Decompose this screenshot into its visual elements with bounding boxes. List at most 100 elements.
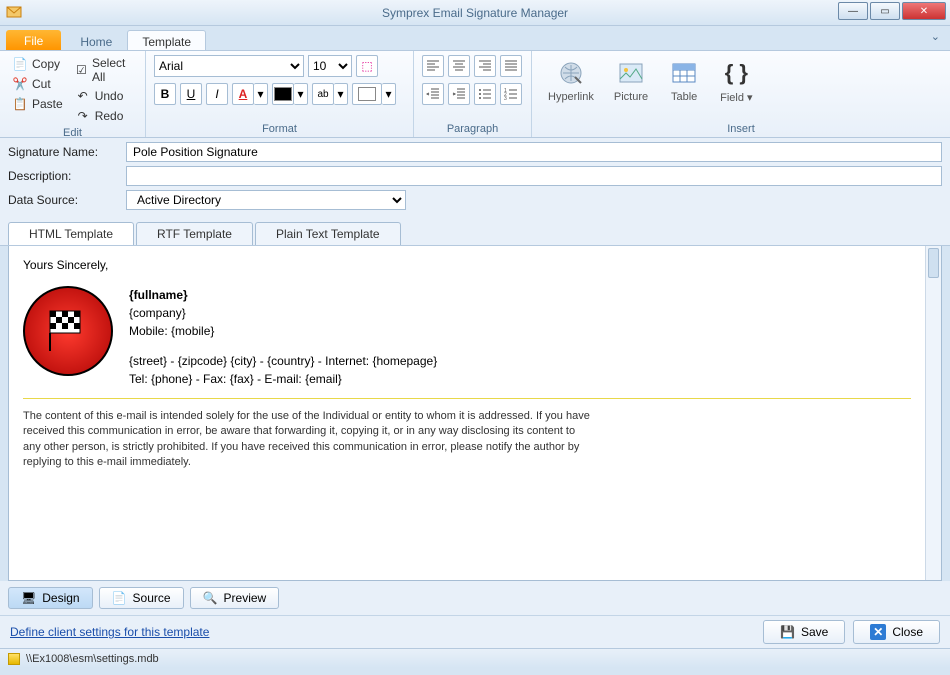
tab-rtf-template[interactable]: RTF Template (136, 222, 253, 245)
bullets-button[interactable] (474, 83, 496, 105)
source-mode-button[interactable]: 📄 Source (99, 587, 184, 609)
design-icon: 🖥 (21, 591, 36, 605)
fontcolor-dropdown[interactable]: ▾ (254, 83, 268, 105)
table-icon (668, 57, 700, 89)
signame-label: Signature Name: (8, 145, 118, 159)
preview-icon: 🔍 (203, 591, 218, 605)
table-button[interactable]: Table (660, 55, 708, 121)
save-button[interactable]: 💾 Save (763, 620, 845, 644)
align-center-button[interactable] (448, 55, 470, 77)
cut-icon: ✂️ (12, 76, 28, 92)
align-justify-button[interactable] (500, 55, 522, 77)
selectall-button[interactable]: ☑Select All (71, 55, 137, 85)
border-dropdown[interactable]: ▾ (382, 83, 396, 105)
outdent-button[interactable] (422, 83, 444, 105)
undo-icon: ↶ (75, 88, 91, 104)
hyperlink-button[interactable]: Hyperlink (540, 55, 602, 121)
preview-label: Preview (224, 591, 267, 605)
highlight-icon: ab (317, 89, 328, 100)
table-label: Table (671, 91, 697, 103)
numbering-button[interactable]: 123 (500, 83, 522, 105)
signature-company: {company} (129, 304, 437, 322)
window-title: Symprex Email Signature Manager (382, 6, 568, 20)
signature-fullname: {fullname} (129, 286, 437, 304)
tab-plain-template[interactable]: Plain Text Template (255, 222, 401, 245)
minimize-button[interactable]: — (838, 2, 868, 20)
paste-button[interactable]: 📋Paste (8, 95, 67, 113)
signature-disclaimer: The content of this e-mail is intended s… (23, 409, 593, 471)
desc-input[interactable] (126, 166, 942, 186)
ribbon-collapse-icon[interactable]: ⌄ (931, 30, 940, 43)
maximize-button[interactable]: ▭ (870, 2, 900, 20)
backcolor-dropdown[interactable]: ▾ (294, 83, 308, 105)
app-icon (6, 4, 22, 20)
align-right-button[interactable] (474, 55, 496, 77)
signature-address: {street} - {zipcode} {city} - {country} … (129, 352, 437, 370)
tab-html-template[interactable]: HTML Template (8, 222, 134, 245)
edit-group-label: Edit (8, 127, 137, 139)
bold-button[interactable]: B (154, 83, 176, 105)
scroll-thumb[interactable] (928, 248, 939, 278)
selectall-icon: ☑ (75, 62, 88, 78)
paragraph-group-label: Paragraph (422, 123, 523, 135)
close-button[interactable]: ✕ Close (853, 620, 940, 644)
datasource-select[interactable]: Active Directory (126, 190, 406, 210)
fontcolor-button[interactable]: A (232, 83, 254, 105)
font-select[interactable]: Arial (154, 55, 304, 77)
save-label: Save (801, 625, 828, 639)
border-swatch (358, 87, 376, 101)
picture-button[interactable]: Picture (606, 55, 656, 121)
tab-home[interactable]: Home (65, 30, 127, 50)
italic-button[interactable]: I (206, 83, 228, 105)
paste-icon: 📋 (12, 96, 28, 112)
hyperlink-label: Hyperlink (548, 91, 594, 103)
source-icon: 📄 (112, 591, 127, 605)
signame-input[interactable] (126, 142, 942, 162)
design-mode-button[interactable]: 🖥 Design (8, 587, 93, 609)
align-left-button[interactable] (422, 55, 444, 77)
tab-template[interactable]: Template (127, 30, 206, 50)
save-icon: 💾 (780, 625, 795, 639)
design-label: Design (42, 591, 79, 605)
source-label: Source (133, 591, 171, 605)
highlight-dropdown[interactable]: ▾ (334, 83, 348, 105)
picture-icon (615, 57, 647, 89)
underline-button[interactable]: U (180, 83, 202, 105)
editor-canvas[interactable]: Yours Sincerely, {fullname} {company} Mo… (9, 246, 925, 580)
fontsize-select[interactable]: 10 (308, 55, 352, 77)
svg-text:3: 3 (504, 96, 507, 101)
file-tab[interactable]: File (6, 30, 61, 50)
undo-button[interactable]: ↶Undo (71, 87, 137, 105)
signature-divider (23, 398, 911, 399)
hyperlink-icon (555, 57, 587, 89)
picture-label: Picture (614, 91, 648, 103)
field-icon: { } (720, 57, 752, 89)
copy-icon: 📄 (12, 56, 28, 72)
preview-mode-button[interactable]: 🔍 Preview (190, 587, 280, 609)
cut-button[interactable]: ✂️ Cut (8, 75, 67, 93)
cut-label: Cut (32, 77, 51, 91)
indent-button[interactable] (448, 83, 470, 105)
eraser-icon: ⬚ (361, 59, 372, 73)
redo-button[interactable]: ↷Redo (71, 107, 137, 125)
selectall-label: Select All (92, 56, 133, 84)
redo-label: Redo (95, 109, 124, 123)
copy-label: Copy (32, 57, 60, 71)
field-label: Field ▾ (720, 91, 752, 104)
highlight-button[interactable]: ab (312, 83, 334, 105)
editor-scrollbar[interactable] (925, 246, 941, 580)
datasource-label: Data Source: (8, 193, 118, 207)
copy-button[interactable]: 📄 Copy (8, 55, 67, 73)
desc-label: Description: (8, 169, 118, 183)
status-path: \\Ex1008\esm\settings.mdb (26, 653, 159, 665)
clear-format-button[interactable]: ⬚ (356, 55, 378, 77)
define-client-settings-link[interactable]: Define client settings for this template (10, 625, 209, 639)
field-button[interactable]: { } Field ▾ (712, 55, 760, 121)
signature-mobile: Mobile: {mobile} (129, 322, 437, 340)
border-button[interactable] (352, 83, 382, 105)
window-close-button[interactable]: ✕ (902, 2, 946, 20)
backcolor-button[interactable] (272, 83, 294, 105)
close-icon: ✕ (870, 624, 886, 640)
close-label: Close (892, 625, 923, 639)
backcolor-swatch (274, 87, 292, 101)
